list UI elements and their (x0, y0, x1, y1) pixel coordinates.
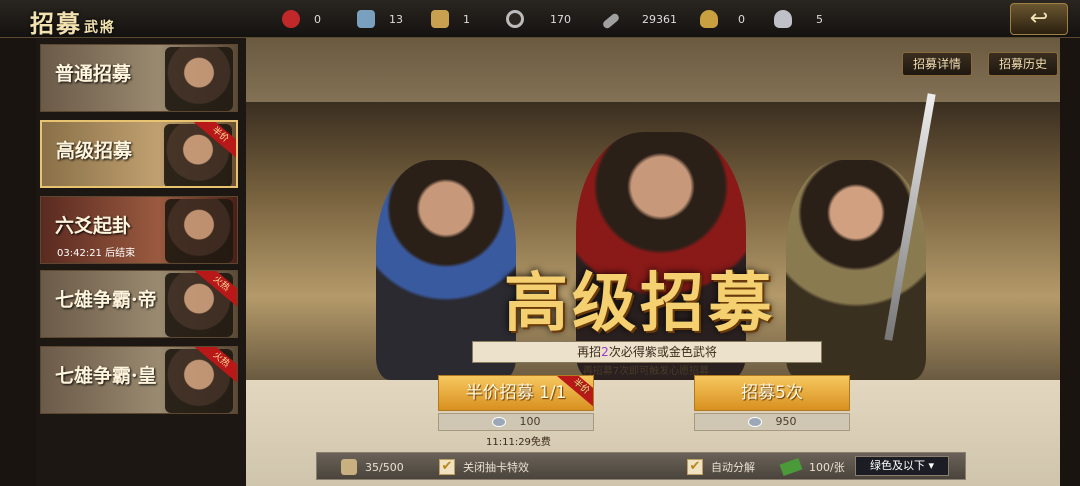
checkbox-label: 关闭抽卡特效 (463, 461, 529, 474)
token-icon (601, 12, 621, 30)
reward-value: 100/张 (809, 461, 845, 474)
button-label: 半价招募 1/1 (465, 383, 567, 403)
close-effect-checkbox[interactable]: ✔ (439, 459, 455, 475)
book-icon (431, 10, 449, 28)
guarantee-hint: 再招2次必得紫或金色武将 (472, 341, 822, 363)
jade-item-icon (779, 457, 803, 477)
half-price-cost: 100 (438, 413, 594, 431)
recruit-five-button[interactable]: 招募5次 (694, 375, 850, 411)
hint-suffix: 次必得紫或金色武将 (608, 345, 717, 359)
close-effect-toggle[interactable]: ✔ 关闭抽卡特效 (439, 459, 529, 475)
auto-decompose-checkbox[interactable]: ✔ (687, 459, 703, 475)
recruit-stage: 高级招募 招募详情 招募历史 再招2次必得紫或金色武将 再招募7次即可触发心愿招… (246, 38, 1060, 486)
resource-value: 13 (389, 12, 403, 26)
general-portrait (165, 47, 233, 111)
hint-prefix: 再招 (577, 345, 602, 359)
title-main: 招募 (30, 9, 82, 38)
resource-crest[interactable]: 0 (282, 9, 321, 29)
resource-value: 29361 (642, 12, 677, 26)
silver-coin-icon (747, 417, 762, 427)
sidebar-item-label: 普通招募 (55, 63, 132, 85)
general-capacity-icon (341, 459, 357, 475)
half-price-recruit-button[interactable]: 半价招募 1/1 半价 (438, 375, 594, 411)
resource-value: 1 (463, 12, 470, 26)
sidebar-item-seven-powers-huang[interactable]: 七雄争霸·皇 火热 (40, 346, 238, 414)
banner-title: 高级招募 (504, 266, 776, 341)
page-title: 招募 武將 (30, 4, 116, 39)
coil-icon (506, 10, 524, 28)
cost-value: 100 (519, 415, 541, 428)
resource-gold-ingot[interactable]: 0 (700, 9, 745, 29)
sidebar-item-advanced-recruit[interactable]: 高级招募 半价 (40, 120, 238, 188)
back-arrow-icon: ↩ (1029, 6, 1049, 31)
free-timer: 11:11:29免费 (486, 437, 551, 448)
sidebar-item-label: 七雄争霸·帝 (55, 289, 157, 311)
sidebar-item-divination[interactable]: 六爻起卦 03:42:21 后结束 (40, 196, 238, 264)
quality-filter-dropdown[interactable]: 绿色及以下 ▾ (855, 456, 949, 476)
top-bar: 招募 武將 0 13 1 170 29361 0 5 ↩ (0, 0, 1080, 38)
gold-ingot-icon (700, 10, 718, 28)
auto-decompose-toggle[interactable]: ✔ 自动分解 (687, 459, 755, 475)
crest-icon (282, 10, 300, 28)
resource-value: 0 (314, 12, 321, 26)
hint-count: 2 (601, 345, 609, 359)
back-button[interactable]: ↩ (1010, 3, 1068, 35)
recruit-history-button[interactable]: 招募历史 (988, 52, 1059, 76)
resource-token[interactable]: 29361 (601, 9, 677, 30)
resource-value: 0 (738, 12, 745, 26)
silver-coin-icon (491, 417, 506, 427)
decompose-reward: 100/张 (779, 457, 845, 477)
resource-value: 5 (816, 12, 823, 26)
cost-value: 950 (775, 415, 797, 428)
event-timer: 03:42:21 后结束 (57, 248, 136, 259)
resource-silver-ingot[interactable]: 5 (774, 9, 823, 29)
title-sub: 武將 (84, 20, 116, 36)
resource-book[interactable]: 1 (431, 9, 470, 29)
resource-coil[interactable]: 170 (506, 9, 571, 29)
recruit-sidebar: 普通招募 高级招募 半价 六爻起卦 03:42:21 后结束 七雄争霸·帝 火热… (36, 38, 246, 486)
sidebar-item-label: 高级招募 (56, 140, 133, 162)
bottom-options-bar: 35/500 ✔ 关闭抽卡特效 ✔ 自动分解 100/张 绿色及以下 ▾ (316, 452, 966, 480)
general-portrait (165, 199, 233, 263)
resource-value: 170 (550, 12, 571, 26)
sidebar-item-seven-powers-emperor[interactable]: 七雄争霸·帝 火热 (40, 270, 238, 338)
sidebar-item-label: 六爻起卦 (55, 215, 132, 237)
silver-ingot-icon (774, 10, 792, 28)
five-recruit-cost: 950 (694, 413, 850, 431)
general-capacity: 35/500 (341, 459, 404, 475)
sidebar-item-label: 七雄争霸·皇 (55, 365, 157, 387)
sidebar-item-normal-recruit[interactable]: 普通招募 (40, 44, 238, 112)
scroll-icon (357, 10, 375, 28)
checkbox-label: 自动分解 (711, 461, 755, 474)
recruit-details-button[interactable]: 招募详情 (902, 52, 973, 76)
resource-scroll[interactable]: 13 (357, 9, 403, 29)
capacity-value: 35/500 (365, 460, 404, 474)
